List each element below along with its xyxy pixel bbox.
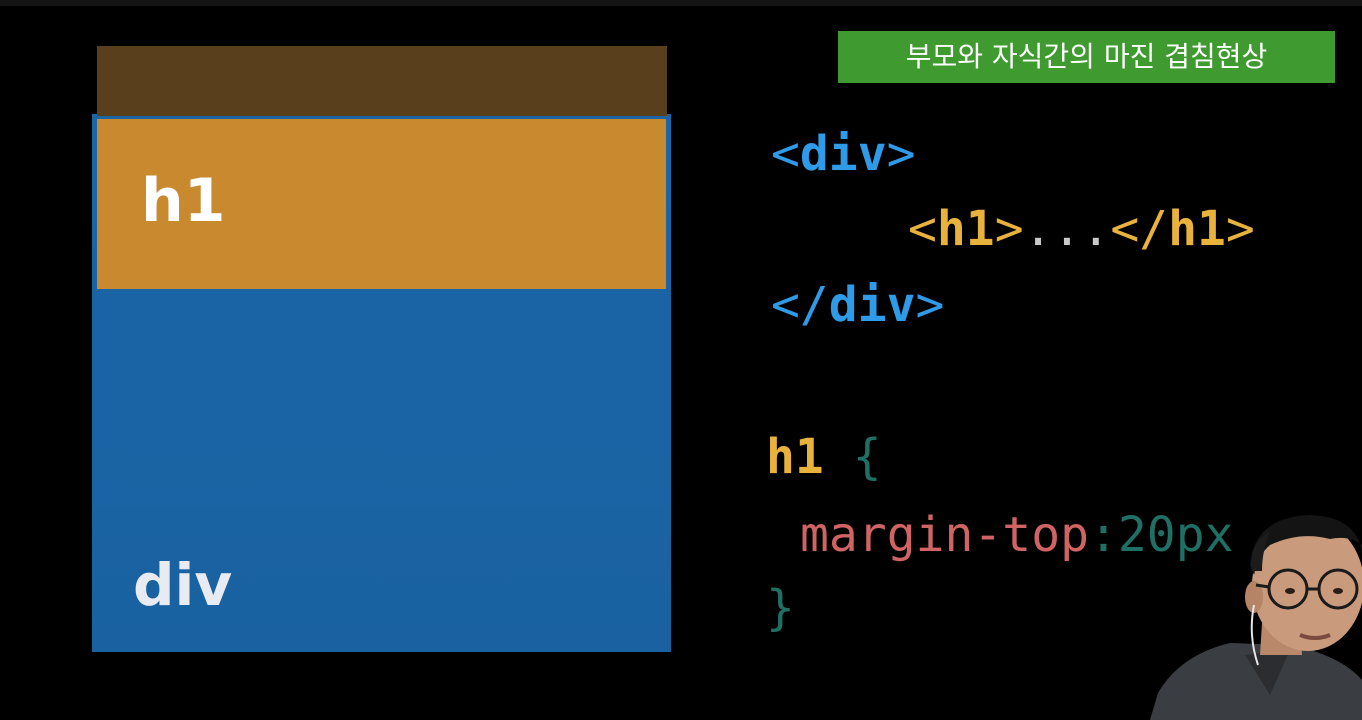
- angle-open: <: [771, 126, 800, 182]
- div-box-label: div: [133, 551, 233, 619]
- angle-close: >: [915, 277, 945, 333]
- css-colon: :: [1088, 507, 1118, 563]
- h1-open-tag: h1: [936, 201, 995, 257]
- h1-content-ellipsis: ...: [1023, 201, 1111, 257]
- code-line-selector: h1 {: [766, 427, 882, 487]
- presenter-webcam: [1150, 515, 1362, 720]
- caption-badge: 부모와 자식간의 마진 겹침현상: [838, 31, 1335, 83]
- css-close-brace: }: [766, 580, 795, 636]
- div-close-tag: div: [828, 277, 916, 333]
- code-line-h1: <h1>...</h1>: [908, 199, 1255, 259]
- margin-collapse-diagram: h1 div: [0, 0, 700, 720]
- h1-box-label: h1: [141, 166, 226, 236]
- collapsed-margin-area: [97, 46, 667, 116]
- angle-close: >: [1225, 201, 1255, 257]
- angle-open: <: [908, 201, 937, 257]
- video-frame: h1 div 부모와 자식간의 마진 겹침현상 <div> <h1>...</h…: [0, 0, 1362, 720]
- code-line-div-close: </div>: [771, 275, 944, 335]
- css-property: margin-top: [800, 507, 1089, 563]
- div-open-tag: div: [799, 126, 887, 182]
- angle-open-slash: </: [771, 277, 829, 333]
- css-selector: h1: [766, 429, 824, 485]
- angle-close: >: [994, 201, 1024, 257]
- open-brace: {: [852, 429, 882, 485]
- css-open-brace: {: [824, 429, 882, 485]
- h1-close-tag: h1: [1168, 201, 1226, 257]
- angle-close: >: [886, 126, 916, 182]
- code-line-close: }: [766, 578, 795, 638]
- angle-open-slash: </: [1110, 201, 1169, 257]
- code-line-div-open: <div>: [771, 124, 916, 184]
